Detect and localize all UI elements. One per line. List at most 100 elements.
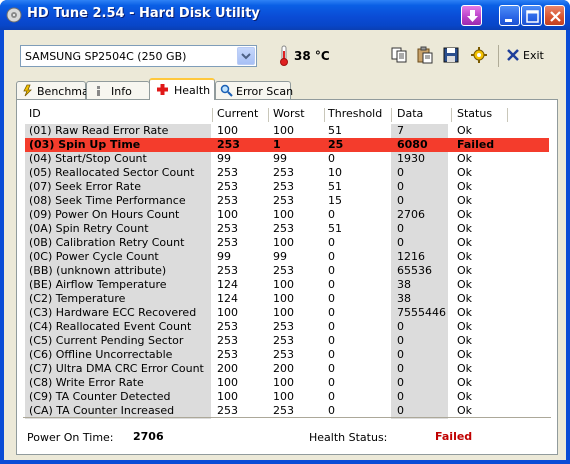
cell-data: 6080 <box>397 138 428 151</box>
cell-current: 253 <box>217 236 238 249</box>
cell-status: Ok <box>457 306 473 319</box>
table-row[interactable]: (C3) Hardware ECC Recovered 100 100 0 755544… <box>25 306 549 320</box>
col-header-worst[interactable]: Worst <box>273 107 305 123</box>
cell-threshold: 0 <box>328 348 335 361</box>
table-row[interactable]: (05) Reallocated Sector Count 253 253 10 0 Ok <box>25 166 549 180</box>
options-icon[interactable] <box>470 46 488 64</box>
table-row[interactable]: (0A) Spin Retry Count 253 253 51 0 Ok <box>25 222 549 236</box>
cell-status: Ok <box>457 376 473 389</box>
cell-worst: 100 <box>273 208 294 221</box>
chevron-down-icon <box>241 53 251 60</box>
maximize-button[interactable] <box>521 5 542 26</box>
error-scan-icon <box>220 84 233 97</box>
col-separator <box>268 108 269 122</box>
drive-select[interactable]: SAMSUNG SP2504C (250 GB) <box>20 45 257 67</box>
table-row[interactable]: (C7) Ultra DMA CRC Error Count 200 200 0 0 Ok <box>25 362 549 376</box>
cell-status: Ok <box>457 362 473 375</box>
benchmark-icon <box>23 84 32 97</box>
cell-current: 124 <box>217 292 238 305</box>
save-icon[interactable] <box>442 46 460 64</box>
exit-icon <box>507 49 519 61</box>
paste-icon[interactable] <box>416 46 434 64</box>
cell-worst: 253 <box>273 222 294 235</box>
table-row[interactable]: (0C) Power Cycle Count 99 99 0 1216 Ok <box>25 250 549 264</box>
table-row[interactable]: (C2) Temperature 124 100 0 38 Ok <box>25 292 549 306</box>
col-header-current[interactable]: Current <box>217 107 258 123</box>
tab-info[interactable]: Info <box>86 81 150 100</box>
power-on-time-value: 2706 <box>133 430 164 443</box>
cell-threshold: 25 <box>328 138 344 151</box>
cell-id: (0B) Calibration Retry Count <box>29 236 185 249</box>
download-button[interactable] <box>461 5 482 26</box>
cell-data: 0 <box>397 376 404 389</box>
table-row[interactable]: (BE) Airflow Temperature 124 100 0 38 Ok <box>25 278 549 292</box>
copy-icon[interactable] <box>390 46 408 64</box>
col-header-id[interactable]: ID <box>29 107 41 123</box>
cell-threshold: 0 <box>328 208 335 221</box>
table-row[interactable]: (03) Spin Up Time 253 1 25 6080 Failed <box>25 138 549 152</box>
cell-worst: 99 <box>273 250 287 263</box>
cell-id: (BB) (unknown attribute) <box>29 264 167 277</box>
cell-data: 2706 <box>397 208 425 221</box>
cell-data: 0 <box>397 194 404 207</box>
table-row[interactable]: (C5) Current Pending Sector 253 253 0 0 Ok <box>25 334 549 348</box>
table-row[interactable]: (09) Power On Hours Count 100 100 0 2706 Ok <box>25 208 549 222</box>
cell-id: (0A) Spin Retry Count <box>29 222 149 235</box>
tab-benchmark[interactable]: Benchmark <box>16 81 100 100</box>
cell-status: Ok <box>457 334 473 347</box>
table-row[interactable]: (04) Start/Stop Count 99 99 0 1930 Ok <box>25 152 549 166</box>
drive-select-arrow[interactable] <box>237 47 255 65</box>
table-row[interactable]: (01) Raw Read Error Rate 100 100 51 7 Ok <box>25 124 549 138</box>
cell-status: Ok <box>457 278 473 291</box>
cell-worst: 99 <box>273 152 287 165</box>
minimize-button[interactable] <box>499 5 520 26</box>
cell-threshold: 51 <box>328 222 342 235</box>
col-header-status[interactable]: Status <box>457 107 492 123</box>
table-row[interactable]: (0B) Calibration Retry Count 253 100 0 0 Ok <box>25 236 549 250</box>
cell-data: 7555446 <box>397 306 446 319</box>
health-status-label: Health Status: <box>309 431 388 444</box>
cell-threshold: 0 <box>328 376 335 389</box>
cell-data: 0 <box>397 348 404 361</box>
table-row[interactable]: (C9) TA Counter Detected 100 100 0 0 Ok <box>25 390 549 404</box>
cell-data: 0 <box>397 166 404 179</box>
temperature-value: 38 °C <box>294 49 330 63</box>
cell-id: (04) Start/Stop Count <box>29 152 147 165</box>
cell-current: 253 <box>217 348 238 361</box>
table-row[interactable]: (BB) (unknown attribute) 253 253 0 65536 Ok <box>25 264 549 278</box>
table-row[interactable]: (C8) Write Error Rate 100 100 0 0 Ok <box>25 376 549 390</box>
cell-worst: 100 <box>273 376 294 389</box>
cell-worst: 253 <box>273 194 294 207</box>
cell-threshold: 0 <box>328 152 335 165</box>
table-row[interactable]: (C4) Reallocated Event Count 253 253 0 0 Ok <box>25 320 549 334</box>
footer-divider <box>23 417 551 418</box>
cell-status: Ok <box>457 404 473 417</box>
exit-button[interactable]: Exit <box>505 46 551 66</box>
power-on-time-label: Power On Time: <box>27 431 114 444</box>
client-area: SAMSUNG SP2504C (250 GB) 38 °C Exit Benc… <box>4 30 566 460</box>
cell-data: 0 <box>397 320 404 333</box>
table-row[interactable]: (08) Seek Time Performance 253 253 15 0 Ok <box>25 194 549 208</box>
table-row[interactable]: (07) Seek Error Rate 253 253 51 0 Ok <box>25 180 549 194</box>
col-header-data[interactable]: Data <box>397 107 423 123</box>
col-header-threshold[interactable]: Threshold <box>328 107 382 123</box>
download-arrow-icon <box>467 10 478 22</box>
cell-status: Ok <box>457 292 473 305</box>
title-bar[interactable]: HD Tune 2.54 - Hard Disk Utility <box>0 0 570 30</box>
smart-table[interactable]: ID Current Worst Threshold Data Status (… <box>25 107 549 419</box>
cell-data: 38 <box>397 292 411 305</box>
hdtune-app-icon[interactable] <box>6 7 22 23</box>
cell-status: Ok <box>457 320 473 333</box>
close-button[interactable] <box>544 5 565 26</box>
cell-id: (C5) Current Pending Sector <box>29 334 184 347</box>
thermometer-icon <box>280 45 288 66</box>
tab-health[interactable]: Health <box>149 78 215 100</box>
tab-info-label: Info <box>111 85 132 98</box>
tab-error-scan[interactable]: Error Scan <box>215 81 293 100</box>
cell-id: (C4) Reallocated Event Count <box>29 320 192 333</box>
cell-threshold: 0 <box>328 278 335 291</box>
table-row[interactable]: (C6) Offline Uncorrectable 253 253 0 0 Ok <box>25 348 549 362</box>
table-row[interactable]: (CA) TA Counter Increased 253 253 0 0 Ok <box>25 404 549 418</box>
cell-id: (05) Reallocated Sector Count <box>29 166 195 179</box>
cell-data: 1216 <box>397 250 425 263</box>
